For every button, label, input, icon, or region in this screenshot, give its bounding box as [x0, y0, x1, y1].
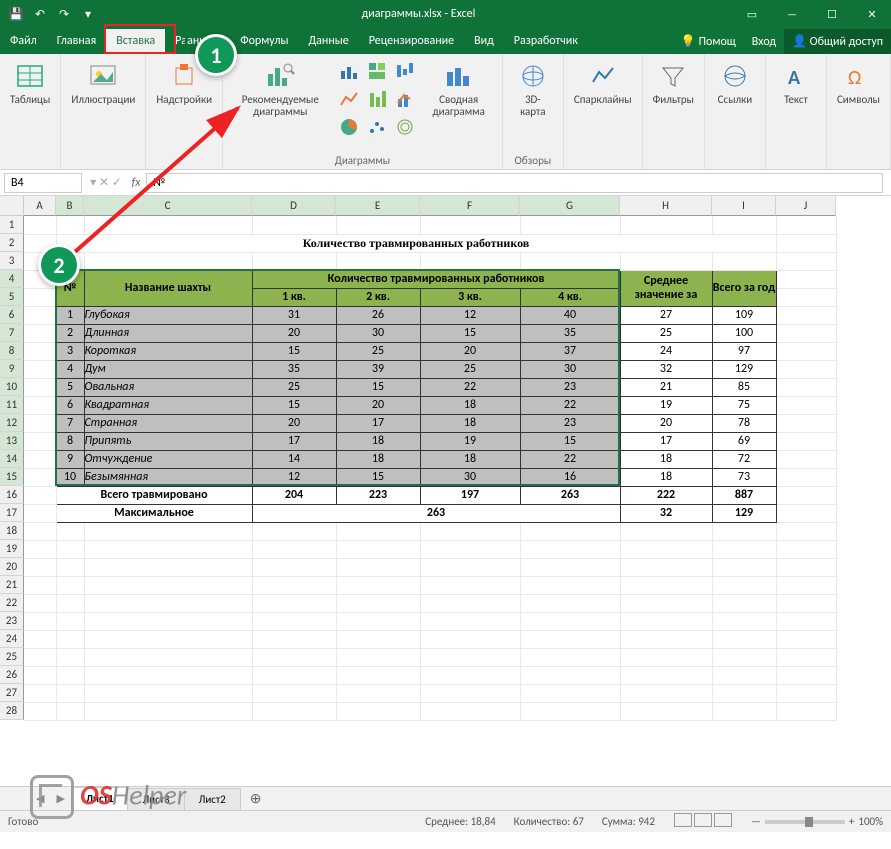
share-button[interactable]: 👤 Общий доступ [784, 29, 891, 54]
group-tours: 3D-карта Обзоры [503, 54, 564, 169]
tab-data[interactable]: Данные [298, 29, 358, 54]
save-icon[interactable]: 💾 [8, 6, 24, 22]
select-all-corner[interactable] [0, 196, 24, 216]
callout-1: 1 [195, 34, 237, 76]
tab-layout[interactable]: Разметка страницы [165, 29, 185, 54]
view-buttons[interactable] [673, 813, 733, 830]
tab-insert[interactable]: Вставка [106, 29, 165, 54]
tab-home[interactable]: Главная [47, 29, 106, 54]
statistic-chart-icon[interactable] [364, 86, 390, 112]
group-tables: Таблицы [0, 54, 61, 169]
column-headers[interactable]: ABCDEFGHIJ [24, 196, 836, 216]
filters-button[interactable]: Фильтры [649, 58, 698, 108]
tab-review[interactable]: Рецензирование [359, 29, 464, 54]
tables-button[interactable]: Таблицы [6, 58, 54, 108]
sparklines-button[interactable]: Спарклайны [570, 58, 636, 108]
illustrations-button[interactable]: Иллюстрации [67, 58, 139, 108]
svg-text:Ω: Ω [848, 66, 861, 90]
ribbon-tabs: Файл Главная Вставка Разметка страницы а… [0, 28, 891, 54]
ribbon: Таблицы Иллюстрации Надстройки Рекоменду… [0, 54, 891, 170]
symbols-button[interactable]: ΩСимволы [833, 58, 884, 108]
formula-input[interactable]: № [146, 173, 883, 193]
formula-bar: B4 ▾ ✕ ✓ fx № [0, 170, 891, 196]
watermark: OSHelper [30, 775, 186, 819]
pie-chart-icon[interactable] [336, 114, 362, 140]
group-filters: Фильтры [643, 54, 705, 169]
minimize-icon[interactable]: — [773, 0, 811, 28]
status-avg: Среднее: 18,84 [425, 815, 495, 828]
ribbon-options-icon[interactable]: ▭ [733, 0, 771, 28]
sign-in[interactable]: Вход [744, 30, 784, 54]
tab-formulas[interactable]: Формулы [230, 29, 298, 54]
links-button[interactable]: Ссылки [711, 58, 759, 108]
group-sparklines: Спарклайны [564, 54, 643, 169]
row-headers[interactable]: 1234567891011121314151617181920212223242… [0, 216, 24, 720]
surface-chart-icon[interactable] [392, 114, 418, 140]
text-button[interactable]: AТекст [772, 58, 820, 108]
group-illustrations: Иллюстрации [61, 54, 146, 169]
line-chart-icon[interactable] [336, 86, 362, 112]
window-title: диаграммы.xlsx - Excel [104, 7, 733, 21]
group-charts: Рекомендуемые диаграммы Сво [223, 54, 503, 169]
maximize-icon[interactable]: ☐ [813, 0, 851, 28]
svg-text:A: A [788, 66, 801, 90]
chart-type-stack [336, 58, 418, 140]
bar-chart-icon[interactable] [336, 58, 362, 84]
redo-icon[interactable]: ↷ [56, 6, 72, 22]
close-icon[interactable]: ✕ [853, 0, 891, 28]
tab-view[interactable]: Вид [464, 29, 504, 54]
map3d-button[interactable]: 3D-карта [509, 58, 557, 120]
group-links: Ссылки [705, 54, 766, 169]
fbar-buttons: ▾ ✕ ✓ [86, 175, 126, 190]
qat-more-icon[interactable]: ▾ [80, 6, 96, 22]
sheet-tab-3[interactable]: Лист2 [184, 788, 241, 810]
group-symbols: ΩСимволы [827, 54, 891, 169]
waterfall-chart-icon[interactable] [392, 58, 418, 84]
status-sum: Сумма: 942 [602, 815, 655, 828]
group-text: AТекст [766, 54, 827, 169]
status-count: Количество: 67 [514, 815, 584, 828]
watermark-icon [30, 775, 74, 819]
tell-me[interactable]: 💡 Помощ [673, 29, 744, 54]
pivotchart-button[interactable]: Сводная диаграмма [422, 58, 496, 120]
quick-access-toolbar: 💾 ↶ ↷ ▾ [0, 6, 104, 22]
recommended-charts-button[interactable]: Рекомендуемые диаграммы [229, 58, 332, 120]
hierarchy-chart-icon[interactable] [364, 58, 390, 84]
title-bar: 💾 ↶ ↷ ▾ диаграммы.xlsx - Excel ▭ — ☐ ✕ [0, 0, 891, 28]
name-box[interactable]: B4 [4, 173, 82, 193]
combo-chart-icon[interactable] [392, 86, 418, 112]
zoom-control[interactable]: — + 100% [751, 815, 883, 828]
tab-developer[interactable]: Разработчик [504, 29, 588, 54]
cells-area[interactable]: Количество травмированных работников№Наз… [24, 216, 837, 721]
window-controls: ▭ — ☐ ✕ [733, 0, 891, 28]
fx-icon[interactable]: fx [126, 176, 146, 190]
new-sheet-icon[interactable]: ⊕ [240, 790, 272, 807]
undo-icon[interactable]: ↶ [32, 6, 48, 22]
spreadsheet-grid[interactable]: ABCDEFGHIJ 12345678910111213141516171819… [0, 196, 891, 786]
callout-2: 2 [38, 244, 80, 286]
scatter-chart-icon[interactable] [364, 114, 390, 140]
tab-file[interactable]: Файл [0, 29, 47, 54]
